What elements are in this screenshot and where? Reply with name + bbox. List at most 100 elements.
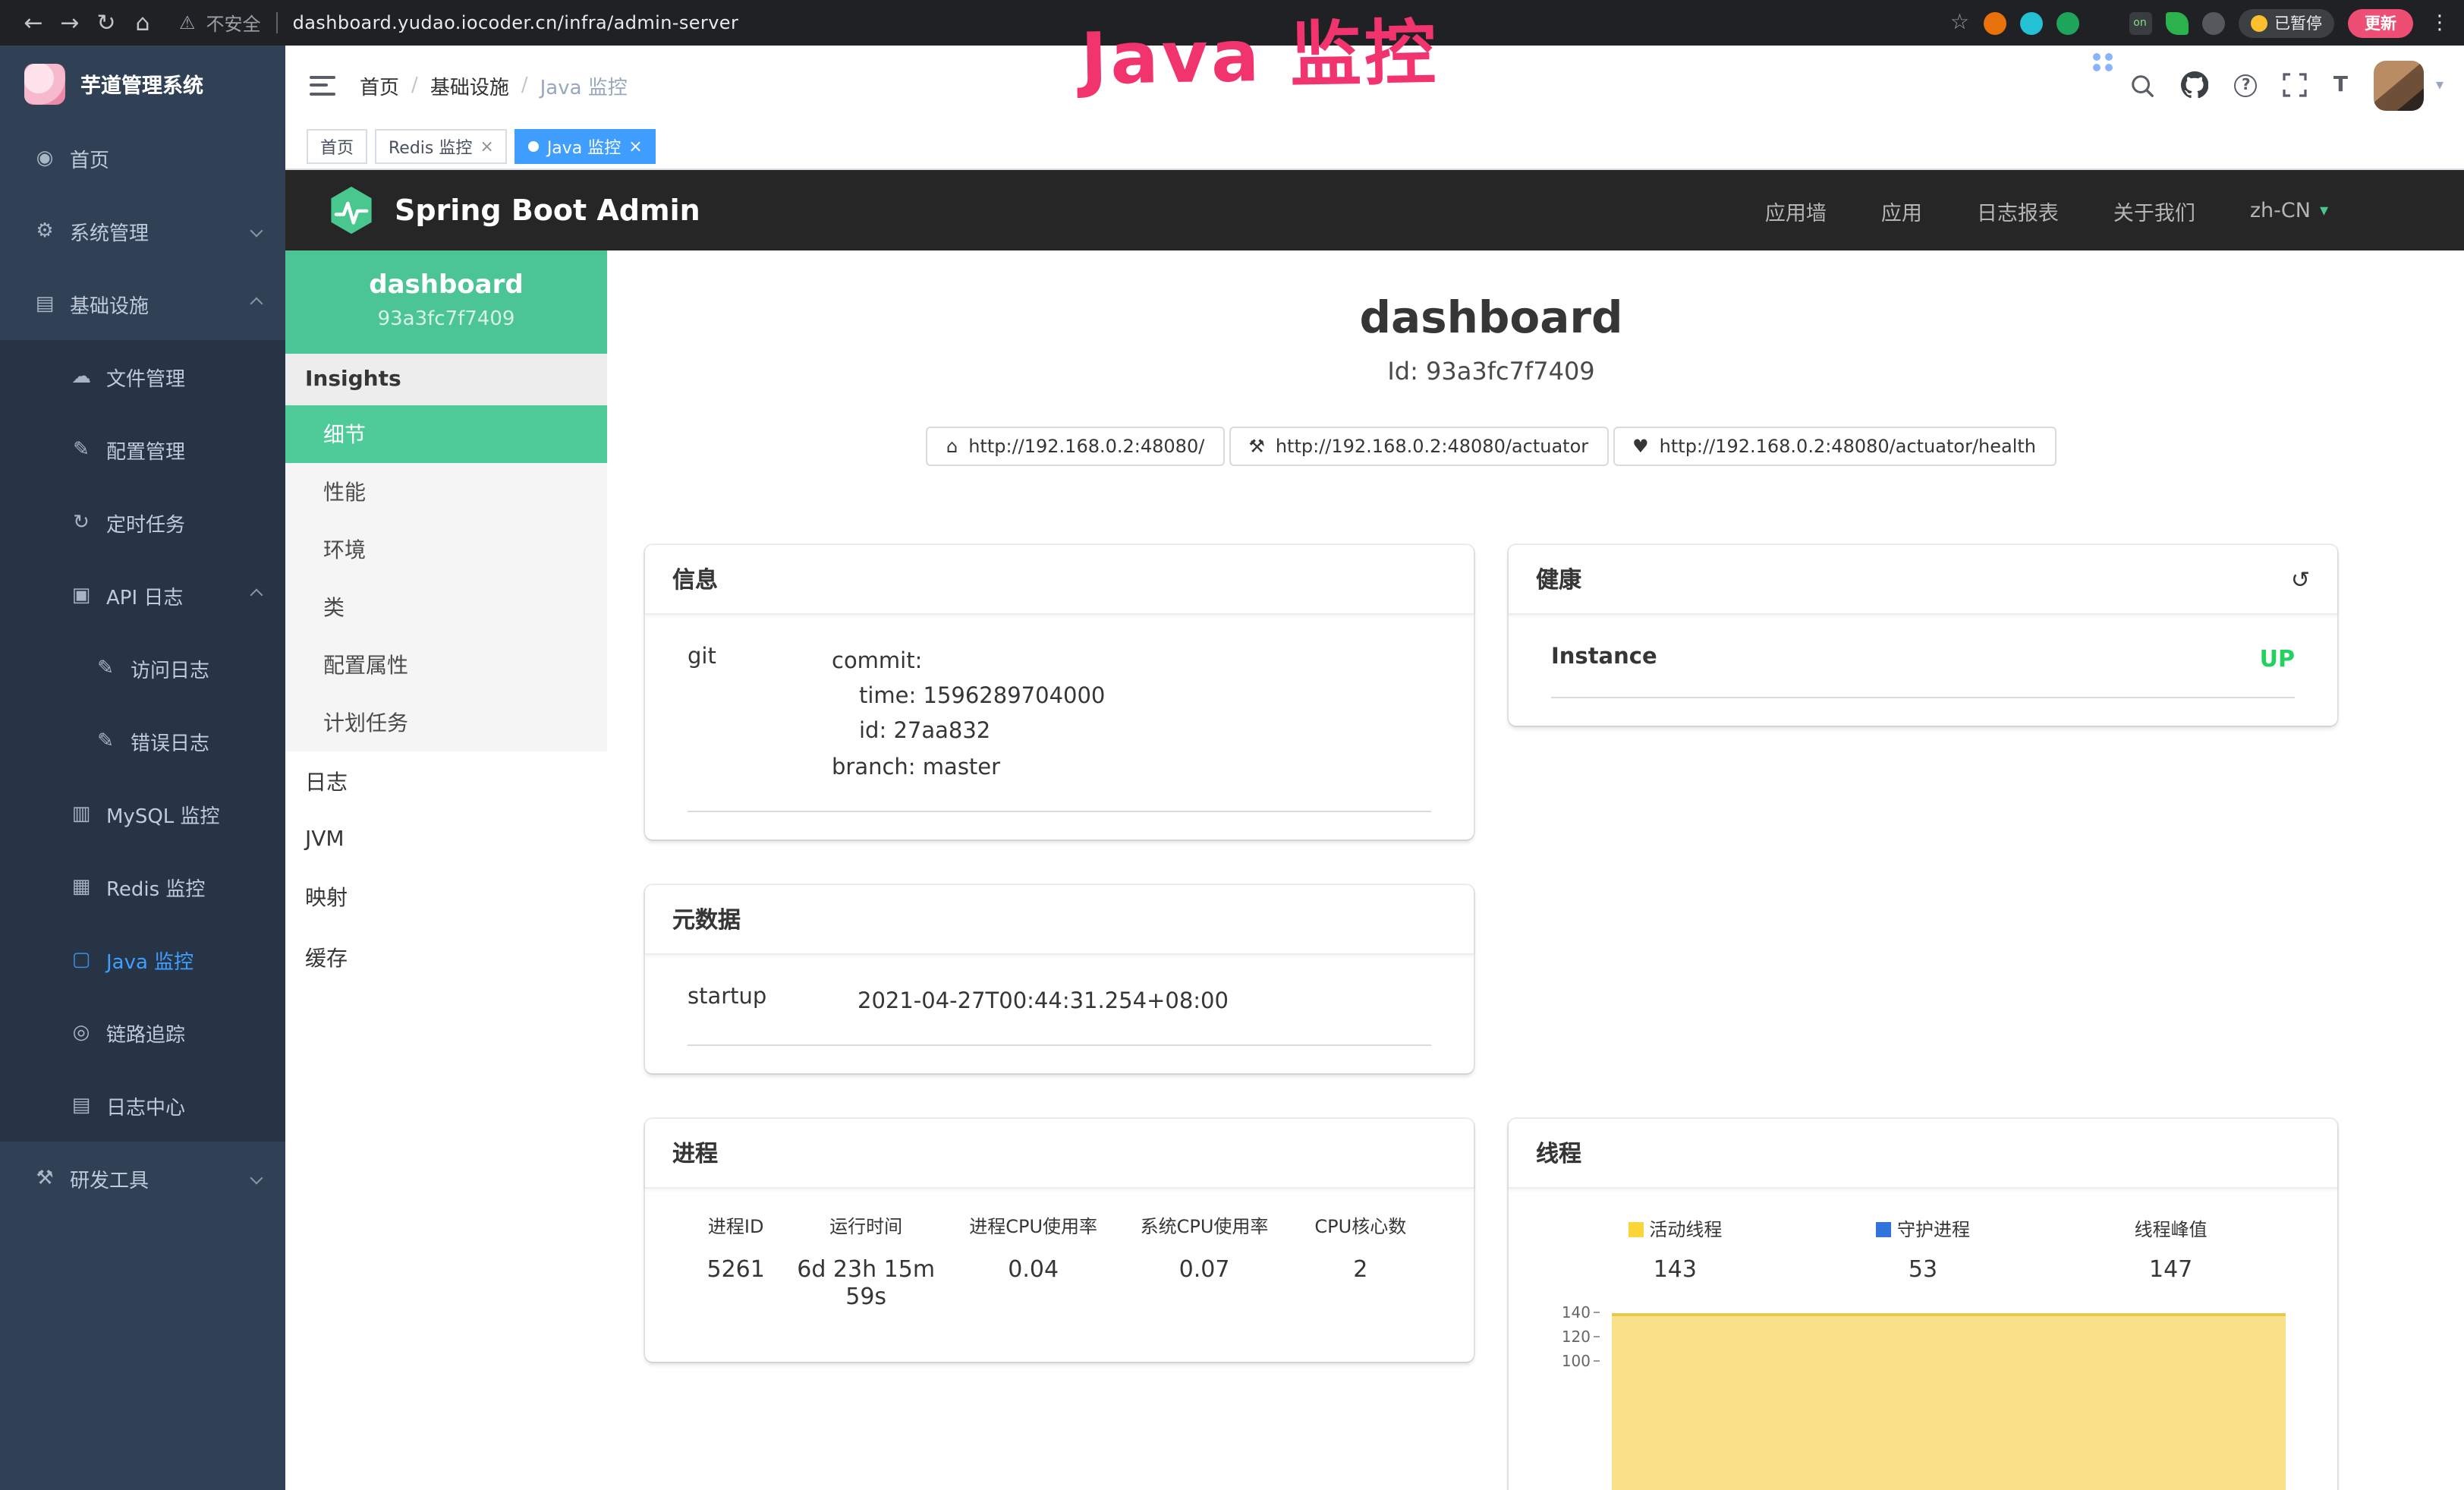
tab-home[interactable]: 首页: [307, 129, 367, 164]
sba-nav-applications[interactable]: 应用: [1881, 195, 1922, 225]
extension-drop-icon[interactable]: [2019, 11, 2042, 34]
live-threads-area: [1612, 1313, 2286, 1490]
actuator-url-link[interactable]: ⚒ http://192.168.0.2:48080/actuator: [1229, 427, 1608, 466]
sidebar-item-scheduled-jobs[interactable]: ↻ 定时任务: [0, 486, 285, 559]
sidebar-item-file-management[interactable]: ☁ 文件管理: [0, 340, 285, 413]
paused-badge[interactable]: 已暂停: [2238, 8, 2334, 37]
tab-java-monitor[interactable]: Java 监控 ×: [515, 129, 656, 164]
hamburger-icon[interactable]: [310, 75, 335, 95]
chevron-down-icon: [250, 1172, 263, 1185]
sidebar-item-access-log[interactable]: ✎ 访问日志: [0, 632, 285, 704]
url-text[interactable]: dashboard.yudao.iocoder.cn/infra/admin-s…: [293, 12, 739, 33]
breadcrumb-current: Java 监控: [540, 71, 628, 99]
browser-forward-icon[interactable]: →: [52, 9, 88, 36]
sidebar-item-label: API 日志: [106, 581, 183, 610]
fullscreen-icon[interactable]: [2283, 73, 2308, 97]
url-divider: [276, 12, 278, 33]
sba-item-caches[interactable]: 缓存: [285, 928, 607, 988]
smiley-icon: [2250, 14, 2267, 31]
breadcrumb-home[interactable]: 首页: [360, 71, 399, 99]
sidebar-item-home[interactable]: ◉ 首页: [0, 121, 285, 194]
sidebar-item-dev-tools[interactable]: ⚒ 研发工具: [0, 1142, 285, 1214]
col-cpu-cores: CPU核心数: [1290, 1213, 1431, 1239]
legend-live-label: 活动线程: [1551, 1216, 1799, 1242]
error-log-icon: ✎: [94, 729, 117, 752]
health-row-instance[interactable]: Instance UP: [1551, 624, 2295, 698]
sba-title: Spring Boot Admin: [395, 194, 700, 227]
sba-nav-about[interactable]: 关于我们: [2113, 195, 2195, 225]
sba-item-classes[interactable]: 类: [285, 578, 607, 636]
sidebar-item-log-center[interactable]: ▤ 日志中心: [0, 1069, 285, 1142]
search-icon[interactable]: [2130, 72, 2156, 98]
sidebar-item-redis-monitor[interactable]: ▦ Redis 监控: [0, 850, 285, 923]
sba-nav-journal[interactable]: 日志报表: [1977, 195, 2059, 225]
extension-on-icon[interactable]: on: [2129, 11, 2151, 34]
browser-menu-icon[interactable]: ⋮: [2430, 11, 2450, 34]
sidebar-item-config-management[interactable]: ✎ 配置管理: [0, 413, 285, 486]
cloud-icon: ☁: [70, 365, 93, 388]
extension-grid-icon[interactable]: [2092, 51, 2115, 74]
process-card-header: 进程: [645, 1119, 1474, 1189]
sidebar-item-label: Redis 监控: [106, 872, 205, 901]
extension-leaf-icon[interactable]: [2165, 11, 2188, 34]
service-url-link[interactable]: ⌂ http://192.168.0.2:48080/: [927, 427, 1224, 466]
paused-label: 已暂停: [2274, 11, 2322, 34]
close-icon[interactable]: ×: [628, 137, 642, 156]
sba-item-jvm[interactable]: JVM: [285, 812, 607, 867]
sba-nav-wall[interactable]: 应用墙: [1765, 195, 1827, 225]
tab-redis-monitor[interactable]: Redis 监控 ×: [375, 129, 508, 164]
sba-item-config-props[interactable]: 配置属性: [285, 636, 607, 694]
sba-item-scheduled-tasks[interactable]: 计划任务: [285, 694, 607, 751]
sidebar-item-infrastructure[interactable]: ▤ 基础设施: [0, 267, 285, 340]
sidebar-item-error-log[interactable]: ✎ 错误日志: [0, 704, 285, 777]
locale-selector[interactable]: zh-CN ▾: [2250, 198, 2328, 222]
browser-reload-icon[interactable]: ↻: [88, 9, 124, 36]
legend-blue-swatch: [1876, 1222, 1891, 1237]
locale-label: zh-CN: [2250, 198, 2311, 222]
update-button[interactable]: 更新: [2348, 8, 2413, 37]
github-icon[interactable]: [2182, 71, 2209, 99]
sidebar-item-mysql-monitor[interactable]: ▥ MySQL 监控: [0, 777, 285, 850]
info-key: git: [688, 645, 832, 786]
address-bar[interactable]: ⚠ 不安全 dashboard.yudao.iocoder.cn/infra/a…: [179, 10, 738, 36]
val-pid: 5261: [688, 1255, 784, 1310]
extension-green-icon[interactable]: [2056, 11, 2079, 34]
legend-live-value: 143: [1551, 1255, 1799, 1283]
process-table-header: 进程ID 运行时间 进程CPU使用率 系统CPU使用率 CPU核心数: [688, 1198, 1431, 1242]
sidebar-item-tracing[interactable]: ◎ 链路追踪: [0, 996, 285, 1069]
health-url-link[interactable]: ♥ http://192.168.0.2:48080/actuator/heal…: [1613, 427, 2056, 466]
sba-item-mappings[interactable]: 映射: [285, 867, 607, 928]
sidebar-item-system[interactable]: ⚙ 系统管理: [0, 194, 285, 267]
git-id-line: id: 27aa832: [832, 716, 1431, 751]
security-label[interactable]: 不安全: [206, 10, 261, 36]
breadcrumb-infrastructure[interactable]: 基础设施: [430, 71, 509, 99]
extensions-puzzle-icon[interactable]: [2201, 11, 2224, 34]
admin-sidebar: 芋道管理系统 ◉ 首页 ⚙ 系统管理 ▤ 基础设施 ☁ 文件管理 ✎ 配置管理: [0, 46, 285, 1490]
legend-daemon-label: 守护进程: [1799, 1216, 2047, 1242]
browser-home-icon[interactable]: ⌂: [124, 9, 161, 36]
legend-peak-value: 147: [2047, 1255, 2295, 1283]
sba-item-metrics[interactable]: 性能: [285, 463, 607, 521]
bookmark-star-icon[interactable]: ☆: [1950, 11, 1969, 35]
sidebar-item-api-log[interactable]: ▣ API 日志: [0, 559, 285, 632]
app-logo[interactable]: 芋道管理系统: [0, 46, 285, 121]
sidebar-item-label: 首页: [70, 143, 109, 172]
sba-item-logs[interactable]: 日志: [285, 751, 607, 812]
sidebar-item-java-monitor[interactable]: ▢ Java 监控: [0, 923, 285, 996]
font-size-icon[interactable]: T: [2333, 73, 2348, 97]
y-tick-120: 120: [1554, 1330, 1600, 1347]
legend-text: 活动线程: [1649, 1219, 1722, 1240]
sba-item-environment[interactable]: 环境: [285, 521, 607, 578]
sba-item-details[interactable]: 细节: [285, 405, 607, 463]
close-icon[interactable]: ×: [480, 137, 493, 156]
sba-brand[interactable]: Spring Boot Admin: [326, 185, 700, 235]
process-table-values: 5261 6d 23h 15m 59s 0.04 0.07 2: [688, 1242, 1431, 1334]
col-system-cpu: 系统CPU使用率: [1119, 1213, 1289, 1239]
extension-fox-icon[interactable]: [1983, 11, 2006, 34]
browser-toolbar-right: ☆ on 已暂停 更新 ⋮: [1950, 0, 2450, 74]
browser-back-icon[interactable]: ←: [15, 9, 52, 36]
history-icon[interactable]: ↺: [2291, 565, 2310, 593]
sba-instance-header[interactable]: dashboard 93a3fc7f7409: [285, 250, 607, 354]
help-icon[interactable]: ?: [2235, 74, 2258, 96]
legend-peak-label: 线程峰值: [2047, 1216, 2295, 1242]
